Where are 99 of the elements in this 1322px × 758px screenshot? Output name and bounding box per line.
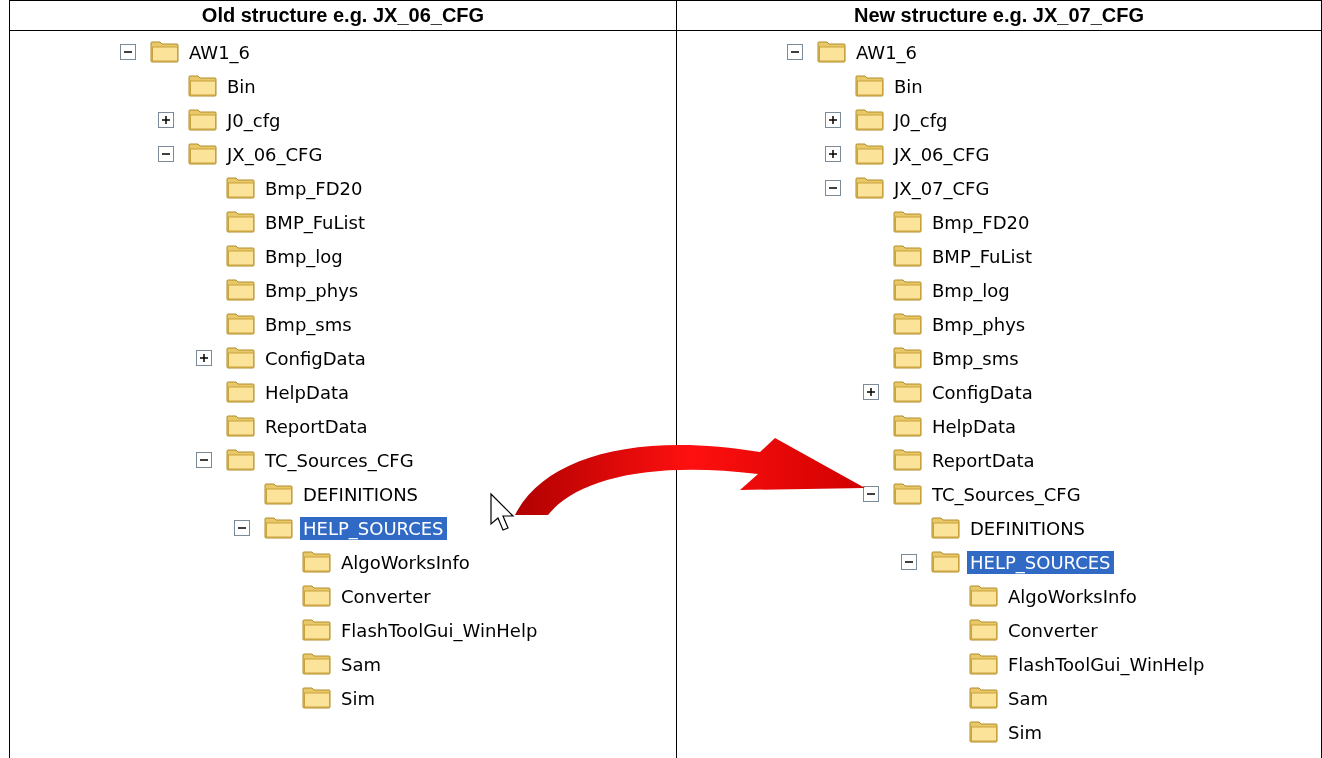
collapse-toggle-icon[interactable] xyxy=(787,44,803,60)
folder-icon xyxy=(855,143,885,165)
tree-item[interactable]: JX_06_CFG xyxy=(224,142,326,166)
folder-icon xyxy=(150,41,180,63)
tree-item[interactable]: HELP_SOURCES xyxy=(300,516,447,540)
folder-icon xyxy=(302,619,332,641)
tree-item[interactable]: Sam xyxy=(1005,686,1051,710)
folder-icon xyxy=(893,211,923,233)
folder-icon xyxy=(226,313,256,335)
collapse-toggle-icon[interactable] xyxy=(158,146,174,162)
tree-item[interactable]: Bin xyxy=(891,74,926,98)
tree-item[interactable]: Converter xyxy=(338,584,434,608)
tree-item[interactable]: Sim xyxy=(1005,720,1045,744)
tree-item[interactable]: AlgoWorksInfo xyxy=(1005,584,1140,608)
folder-icon xyxy=(226,415,256,437)
tree-item[interactable]: FlashToolGui_WinHelp xyxy=(338,618,541,642)
folder-icon xyxy=(969,721,999,743)
expand-toggle-icon[interactable] xyxy=(863,384,879,400)
tree-item[interactable]: AlgoWorksInfo xyxy=(338,550,473,574)
collapse-toggle-icon[interactable] xyxy=(120,44,136,60)
expand-toggle-icon[interactable] xyxy=(825,146,841,162)
tree-item[interactable]: ConfigData xyxy=(262,346,369,370)
folder-icon xyxy=(893,381,923,403)
folder-icon xyxy=(302,687,332,709)
folder-icon xyxy=(893,245,923,267)
folder-icon xyxy=(226,279,256,301)
folder-icon xyxy=(969,585,999,607)
tree-item[interactable]: DEFINITIONS xyxy=(967,516,1089,540)
collapse-toggle-icon[interactable] xyxy=(234,520,250,536)
folder-icon xyxy=(893,415,923,437)
tree-item[interactable]: Bmp_log xyxy=(929,278,1013,302)
tree-item[interactable]: Bmp_FD20 xyxy=(262,176,366,200)
folder-icon xyxy=(969,653,999,675)
tree-item[interactable]: Converter xyxy=(1005,618,1101,642)
collapse-toggle-icon[interactable] xyxy=(196,452,212,468)
folder-icon xyxy=(969,619,999,641)
folder-icon xyxy=(931,551,961,573)
tree-item[interactable]: HELP_SOURCES xyxy=(967,550,1114,574)
folder-icon xyxy=(302,585,332,607)
folder-icon xyxy=(226,177,256,199)
tree-item[interactable]: TC_Sources_CFG xyxy=(929,482,1084,506)
folder-icon xyxy=(855,75,885,97)
column-heading: Old structure e.g. JX_06_CFG xyxy=(10,1,676,31)
tree-item[interactable]: DEFINITIONS xyxy=(300,482,422,506)
tree-item[interactable]: ConfigData xyxy=(929,380,1036,404)
expand-toggle-icon[interactable] xyxy=(825,112,841,128)
folder-icon xyxy=(893,279,923,301)
tree-item[interactable]: ReportData xyxy=(262,414,371,438)
tree-item[interactable]: JX_07_CFG xyxy=(891,176,993,200)
folder-icon xyxy=(226,381,256,403)
tree-item[interactable]: Bmp_phys xyxy=(929,312,1029,336)
tree-item[interactable]: BMP_FuList xyxy=(262,210,368,234)
tree-item[interactable]: ReportData xyxy=(929,448,1038,472)
folder-icon xyxy=(817,41,847,63)
folder-icon xyxy=(969,687,999,709)
tree-item[interactable]: Bmp_log xyxy=(262,244,346,268)
tree-item[interactable]: Bmp_phys xyxy=(262,278,362,302)
tree-item[interactable]: JX_06_CFG xyxy=(891,142,993,166)
folder-icon xyxy=(188,75,218,97)
folder-icon xyxy=(226,449,256,471)
folder-icon xyxy=(188,109,218,131)
folder-icon xyxy=(302,551,332,573)
folder-icon xyxy=(226,347,256,369)
tree-item[interactable]: BMP_FuList xyxy=(929,244,1035,268)
folder-icon xyxy=(188,143,218,165)
tree-item[interactable]: AW1_6 xyxy=(186,40,254,64)
folder-icon xyxy=(855,177,885,199)
curved-arrow-icon xyxy=(515,438,865,515)
collapse-toggle-icon[interactable] xyxy=(825,180,841,196)
collapse-toggle-icon[interactable] xyxy=(863,486,879,502)
tree-item[interactable]: HelpData xyxy=(929,414,1019,438)
column-heading: New structure e.g. JX_07_CFG xyxy=(677,1,1321,31)
expand-toggle-icon[interactable] xyxy=(158,112,174,128)
folder-icon xyxy=(893,483,923,505)
folder-icon xyxy=(226,245,256,267)
collapse-toggle-icon[interactable] xyxy=(901,554,917,570)
folder-icon xyxy=(264,483,294,505)
tree-item[interactable]: Sam xyxy=(338,652,384,676)
folder-icon xyxy=(893,449,923,471)
tree-item[interactable]: HelpData xyxy=(262,380,352,404)
tree-item[interactable]: Bmp_FD20 xyxy=(929,210,1033,234)
folder-icon xyxy=(893,313,923,335)
folder-icon xyxy=(893,347,923,369)
folder-icon xyxy=(931,517,961,539)
folder-icon xyxy=(226,211,256,233)
tree-item[interactable]: J0_cfg xyxy=(891,108,951,132)
folder-icon xyxy=(264,517,294,539)
tree-item[interactable]: FlashToolGui_WinHelp xyxy=(1005,652,1208,676)
tree-item[interactable]: Bmp_sms xyxy=(929,346,1022,370)
tree-item[interactable]: Bin xyxy=(224,74,259,98)
tree-item[interactable]: Sim xyxy=(338,686,378,710)
folder-icon xyxy=(855,109,885,131)
tree-item[interactable]: TC_Sources_CFG xyxy=(262,448,417,472)
mouse-cursor-icon xyxy=(490,492,515,531)
tree-item[interactable]: Bmp_sms xyxy=(262,312,355,336)
folder-icon xyxy=(302,653,332,675)
tree-item[interactable]: J0_cfg xyxy=(224,108,284,132)
expand-toggle-icon[interactable] xyxy=(196,350,212,366)
tree-item[interactable]: AW1_6 xyxy=(853,40,921,64)
